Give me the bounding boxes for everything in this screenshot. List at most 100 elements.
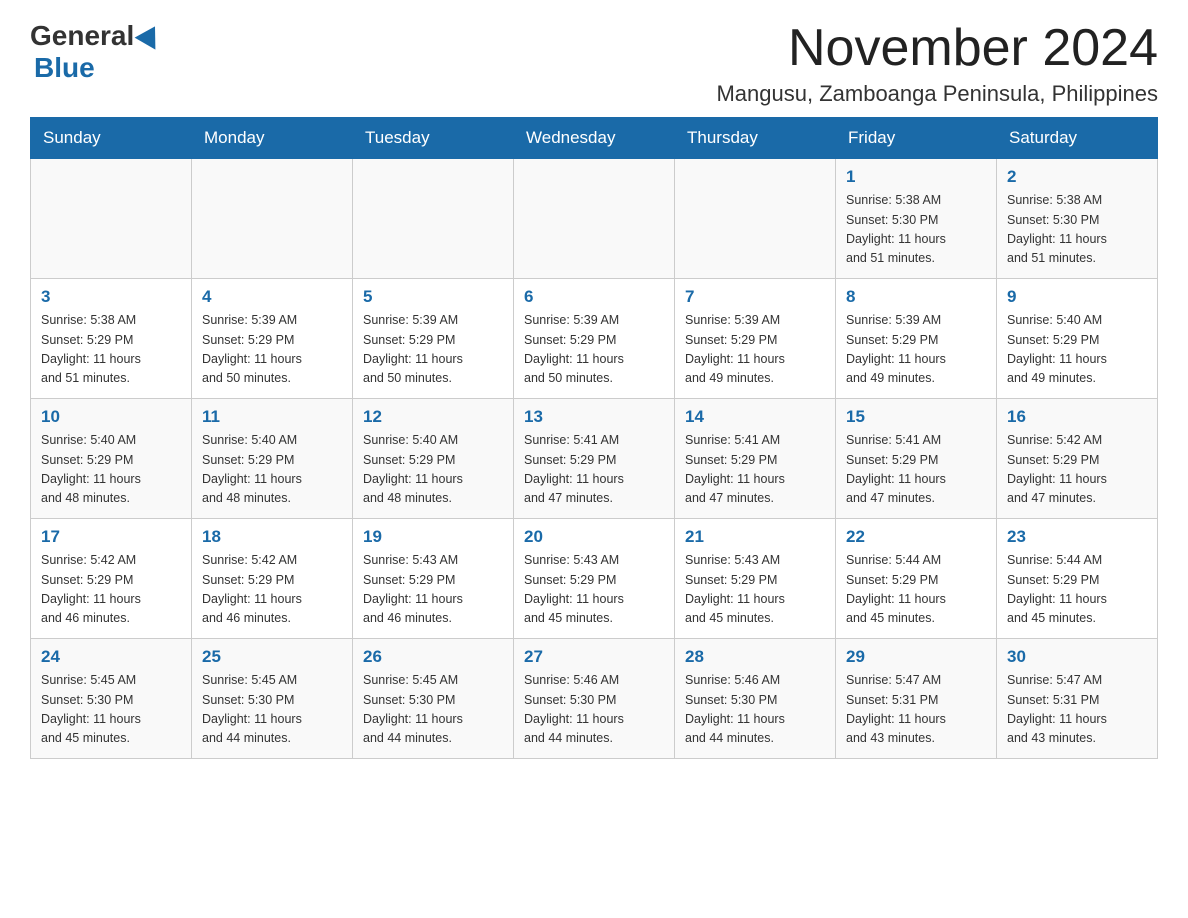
calendar-cell-0-2: [353, 159, 514, 279]
week-row-1: 1Sunrise: 5:38 AMSunset: 5:30 PMDaylight…: [31, 159, 1158, 279]
day-number: 21: [685, 527, 825, 547]
day-info: Sunrise: 5:44 AMSunset: 5:29 PMDaylight:…: [846, 551, 986, 629]
day-number: 16: [1007, 407, 1147, 427]
header-tuesday: Tuesday: [353, 118, 514, 159]
day-number: 23: [1007, 527, 1147, 547]
day-info: Sunrise: 5:39 AMSunset: 5:29 PMDaylight:…: [846, 311, 986, 389]
calendar-cell-4-5: 29 Sunrise: 5:47 AMSunset: 5:31 PMDayligh…: [836, 639, 997, 759]
calendar-cell-2-3: 13Sunrise: 5:41 AMSunset: 5:29 PMDayligh…: [514, 399, 675, 519]
header-row: SundayMondayTuesdayWednesdayThursdayFrid…: [31, 118, 1158, 159]
calendar-cell-3-4: 21 Sunrise: 5:43 AMSunset: 5:29 PMDayligh…: [675, 519, 836, 639]
calendar-table: SundayMondayTuesdayWednesdayThursdayFrid…: [30, 117, 1158, 759]
calendar-cell-1-6: 9 Sunrise: 5:40 AMSunset: 5:29 PMDaylight…: [997, 279, 1158, 399]
calendar-cell-3-3: 20 Sunrise: 5:43 AMSunset: 5:29 PMDayligh…: [514, 519, 675, 639]
calendar-cell-1-1: 4Sunrise: 5:39 AMSunset: 5:29 PMDaylight…: [192, 279, 353, 399]
day-info: Sunrise: 5:46 AMSunset: 5:30 PMDaylight:…: [524, 671, 664, 749]
calendar-cell-2-6: 16 Sunrise: 5:42 AMSunset: 5:29 PMDayligh…: [997, 399, 1158, 519]
calendar-cell-4-1: 25 Sunrise: 5:45 AMSunset: 5:30 PMDayligh…: [192, 639, 353, 759]
day-info: Sunrise: 5:38 AMSunset: 5:30 PMDaylight:…: [846, 191, 986, 269]
header-thursday: Thursday: [675, 118, 836, 159]
day-number: 8: [846, 287, 986, 307]
day-info: Sunrise: 5:42 AMSunset: 5:29 PMDaylight:…: [41, 551, 181, 629]
day-number: 12: [363, 407, 503, 427]
day-number: 4: [202, 287, 342, 307]
day-number: 25: [202, 647, 342, 667]
header-wednesday: Wednesday: [514, 118, 675, 159]
day-info: Sunrise: 5:47 AMSunset: 5:31 PMDaylight:…: [846, 671, 986, 749]
calendar-cell-0-4: [675, 159, 836, 279]
day-info: Sunrise: 5:42 AMSunset: 5:29 PMDaylight:…: [1007, 431, 1147, 509]
day-number: 3: [41, 287, 181, 307]
day-number: 11: [202, 407, 342, 427]
calendar-cell-4-0: 24Sunrise: 5:45 AMSunset: 5:30 PMDayligh…: [31, 639, 192, 759]
day-info: Sunrise: 5:45 AMSunset: 5:30 PMDaylight:…: [363, 671, 503, 749]
calendar-cell-1-2: 5Sunrise: 5:39 AMSunset: 5:29 PMDaylight…: [353, 279, 514, 399]
logo-blue-text: Blue: [34, 52, 95, 83]
day-number: 20: [524, 527, 664, 547]
calendar-cell-0-5: 1Sunrise: 5:38 AMSunset: 5:30 PMDaylight…: [836, 159, 997, 279]
day-info: Sunrise: 5:39 AMSunset: 5:29 PMDaylight:…: [685, 311, 825, 389]
day-number: 9: [1007, 287, 1147, 307]
week-row-3: 10 Sunrise: 5:40 AMSunset: 5:29 PMDayligh…: [31, 399, 1158, 519]
calendar-cell-3-5: 22 Sunrise: 5:44 AMSunset: 5:29 PMDayligh…: [836, 519, 997, 639]
header-saturday: Saturday: [997, 118, 1158, 159]
week-row-2: 3Sunrise: 5:38 AMSunset: 5:29 PMDaylight…: [31, 279, 1158, 399]
calendar-cell-2-5: 15 Sunrise: 5:41 AMSunset: 5:29 PMDayligh…: [836, 399, 997, 519]
day-info: Sunrise: 5:47 AMSunset: 5:31 PMDaylight:…: [1007, 671, 1147, 749]
day-number: 24: [41, 647, 181, 667]
header-sunday: Sunday: [31, 118, 192, 159]
day-number: 15: [846, 407, 986, 427]
day-number: 29: [846, 647, 986, 667]
calendar-cell-0-0: [31, 159, 192, 279]
day-info: Sunrise: 5:40 AMSunset: 5:29 PMDaylight:…: [1007, 311, 1147, 389]
calendar-cell-1-5: 8 Sunrise: 5:39 AMSunset: 5:29 PMDaylight…: [836, 279, 997, 399]
day-info: Sunrise: 5:43 AMSunset: 5:29 PMDaylight:…: [524, 551, 664, 629]
calendar-cell-3-2: 19 Sunrise: 5:43 AMSunset: 5:29 PMDayligh…: [353, 519, 514, 639]
week-row-5: 24 Sunrise: 5:45 AMSunset: 5:30 PMDayligh…: [31, 639, 1158, 759]
header-monday: Monday: [192, 118, 353, 159]
day-number: 27: [524, 647, 664, 667]
day-info: Sunrise: 5:46 AMSunset: 5:30 PMDaylight:…: [685, 671, 825, 749]
calendar-cell-3-0: 17 Sunrise: 5:42 AMSunset: 5:29 PMDayligh…: [31, 519, 192, 639]
calendar-cell-4-3: 27 Sunrise: 5:46 AMSunset: 5:30 PMDayligh…: [514, 639, 675, 759]
day-info: Sunrise: 5:41 AMSunset: 5:29 PMDaylight:…: [524, 431, 664, 509]
calendar-cell-4-4: 28Sunrise: 5:46 AMSunset: 5:30 PMDayligh…: [675, 639, 836, 759]
calendar-cell-2-4: 14 Sunrise: 5:41 AMSunset: 5:29 PMDayligh…: [675, 399, 836, 519]
calendar-cell-4-6: 30 Sunrise: 5:47 AMSunset: 5:31 PMDayligh…: [997, 639, 1158, 759]
calendar-cell-0-1: [192, 159, 353, 279]
day-number: 30: [1007, 647, 1147, 667]
day-number: 7: [685, 287, 825, 307]
logo-triangle-icon: [135, 20, 166, 49]
day-number: 10: [41, 407, 181, 427]
day-number: 19: [363, 527, 503, 547]
calendar-cell-2-1: 11 Sunrise: 5:40 AMSunset: 5:29 PMDayligh…: [192, 399, 353, 519]
day-number: 22: [846, 527, 986, 547]
day-info: Sunrise: 5:40 AMSunset: 5:29 PMDaylight:…: [363, 431, 503, 509]
header-friday: Friday: [836, 118, 997, 159]
calendar-cell-3-1: 18 Sunrise: 5:42 AMSunset: 5:29 PMDayligh…: [192, 519, 353, 639]
day-info: Sunrise: 5:42 AMSunset: 5:29 PMDaylight:…: [202, 551, 342, 629]
day-number: 26: [363, 647, 503, 667]
calendar-body: 1Sunrise: 5:38 AMSunset: 5:30 PMDaylight…: [31, 159, 1158, 759]
day-number: 6: [524, 287, 664, 307]
day-info: Sunrise: 5:41 AMSunset: 5:29 PMDaylight:…: [846, 431, 986, 509]
calendar-cell-3-6: 23 Sunrise: 5:44 AMSunset: 5:29 PMDayligh…: [997, 519, 1158, 639]
day-info: Sunrise: 5:40 AMSunset: 5:29 PMDaylight:…: [202, 431, 342, 509]
calendar-cell-1-0: 3Sunrise: 5:38 AMSunset: 5:29 PMDaylight…: [31, 279, 192, 399]
calendar-cell-1-3: 6 Sunrise: 5:39 AMSunset: 5:29 PMDaylight…: [514, 279, 675, 399]
day-info: Sunrise: 5:43 AMSunset: 5:29 PMDaylight:…: [363, 551, 503, 629]
calendar-cell-2-2: 12 Sunrise: 5:40 AMSunset: 5:29 PMDayligh…: [353, 399, 514, 519]
calendar-cell-2-0: 10Sunrise: 5:40 AMSunset: 5:29 PMDayligh…: [31, 399, 192, 519]
calendar-header: SundayMondayTuesdayWednesdayThursdayFrid…: [31, 118, 1158, 159]
day-number: 17: [41, 527, 181, 547]
day-number: 5: [363, 287, 503, 307]
day-info: Sunrise: 5:43 AMSunset: 5:29 PMDaylight:…: [685, 551, 825, 629]
page-header: General Blue November 2024 Mangusu, Zamb…: [30, 20, 1158, 107]
day-info: Sunrise: 5:44 AMSunset: 5:29 PMDaylight:…: [1007, 551, 1147, 629]
day-number: 18: [202, 527, 342, 547]
day-info: Sunrise: 5:39 AMSunset: 5:29 PMDaylight:…: [524, 311, 664, 389]
day-number: 14: [685, 407, 825, 427]
day-info: Sunrise: 5:41 AMSunset: 5:29 PMDaylight:…: [685, 431, 825, 509]
day-info: Sunrise: 5:45 AMSunset: 5:30 PMDaylight:…: [202, 671, 342, 749]
week-row-4: 17 Sunrise: 5:42 AMSunset: 5:29 PMDayligh…: [31, 519, 1158, 639]
